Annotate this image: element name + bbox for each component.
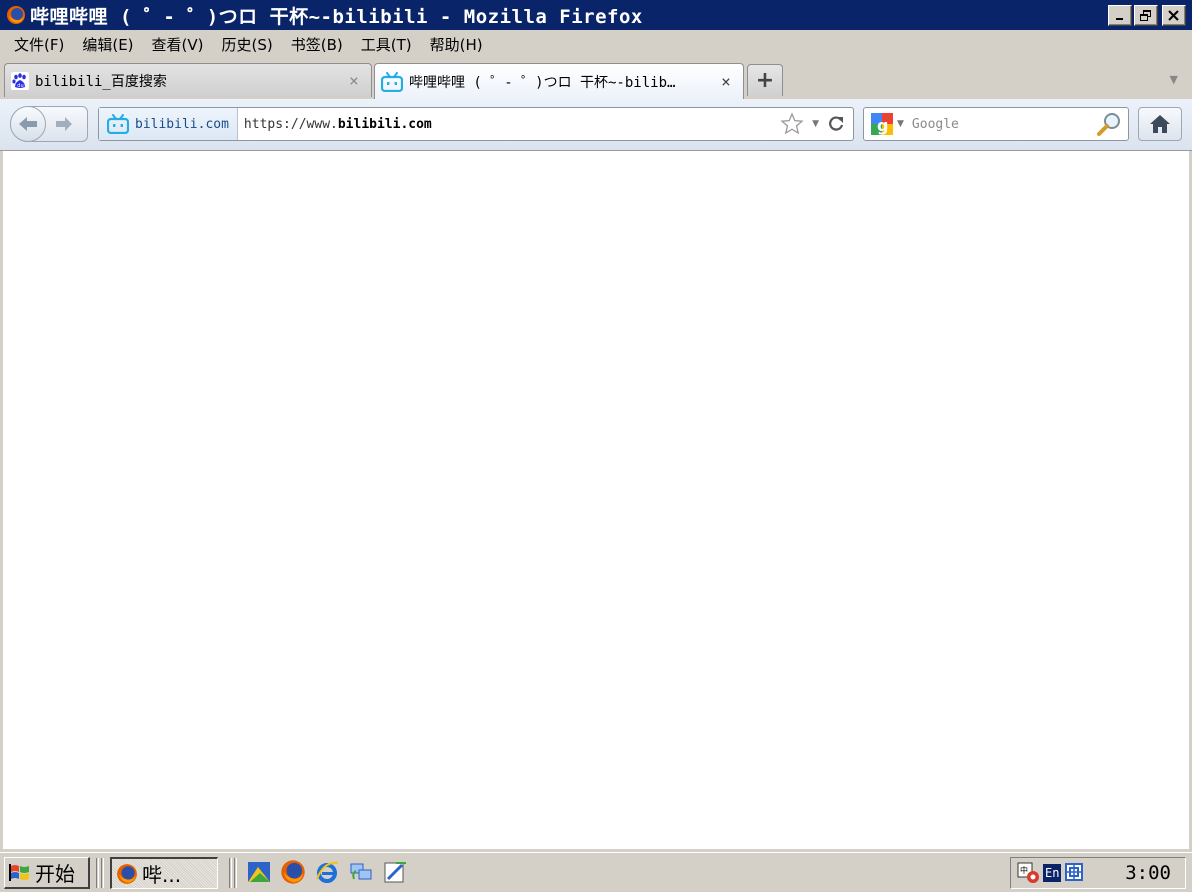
site-identity-button[interactable]: bilibili.com [99,108,238,140]
back-button[interactable] [10,105,46,142]
tab-label: bilibili_百度搜索 [35,73,167,90]
system-tray: 中 En 3:00 [1010,857,1186,889]
bilibili-tv-icon [381,71,403,92]
bookmark-star-icon[interactable] [780,112,804,136]
maximize-button[interactable] [1134,5,1158,26]
url-dropdown-chevron-down-icon[interactable]: ▼ [812,119,819,129]
title-bar[interactable]: 哔哩哔哩 ( ゜- ゜)つロ 干杯~-bilibili - Mozilla Fi… [0,0,1192,30]
taskbar-separator [101,858,104,888]
language-label: En [1045,866,1060,880]
forward-arrow-icon [56,117,72,131]
language-indicator[interactable]: En [1043,864,1062,882]
home-icon [1150,115,1170,133]
task-firefox-window[interactable]: 哔... [110,857,218,889]
firefox-icon [117,863,137,884]
internet-explorer-icon[interactable] [314,859,340,885]
quick-launch [246,859,408,885]
menu-edit[interactable]: 编辑(E) [82,34,133,55]
start-label: 开始 [35,862,75,886]
tab-close-button[interactable]: × [717,72,735,91]
url-prefix: https://www. [243,116,338,132]
window-controls [1108,5,1186,26]
network-icon[interactable] [348,859,374,885]
minimize-button[interactable] [1108,5,1132,26]
start-button[interactable]: 开始 [4,857,90,889]
menu-tools[interactable]: 工具(T) [361,34,412,55]
new-tab-button[interactable]: + [747,64,783,96]
tab-baidu-search[interactable]: du bilibili_百度搜索 × [4,63,372,97]
search-bar: g ▼ [863,107,1129,141]
minimize-icon [1116,17,1123,20]
forward-button[interactable] [54,116,74,132]
reload-icon[interactable] [827,115,845,133]
show-desktop-icon[interactable] [246,859,272,885]
magnifier-icon [1097,113,1120,136]
svg-text:中: 中 [1020,865,1028,875]
menu-file[interactable]: 文件(F) [14,34,64,55]
search-engine-button[interactable]: g ▼ [870,112,904,136]
search-engine-chevron-down-icon: ▼ [897,119,904,129]
tab-close-button[interactable]: × [345,71,363,90]
back-forward-group [10,105,88,142]
network-connection-icon[interactable] [1063,862,1087,884]
search-input[interactable] [909,115,1084,133]
windows-logo-icon [9,863,29,881]
firefox-launch-icon[interactable] [280,859,306,885]
menu-help[interactable]: 帮助(H) [430,34,483,55]
tab-list-chevron-down-icon[interactable]: ▼ [1170,73,1178,86]
google-icon: g [871,113,893,135]
menu-bookmarks[interactable]: 书签(B) [291,34,343,55]
home-button[interactable] [1138,107,1182,141]
bilibili-tv-icon [107,114,129,134]
task-label: 哔... [142,863,182,887]
taskbar: 开始 哔... 中 En 3:00 [0,852,1192,892]
url-host: bilibili.com [337,116,432,132]
search-go-button[interactable] [1096,111,1122,137]
window-title: 哔哩哔哩 ( ゜- ゜)つロ 干杯~-bilibili - Mozilla Fi… [30,5,643,28]
identity-label: bilibili.com [135,116,229,132]
clock: 3:00 [1125,862,1171,884]
restore-icon [1140,10,1151,21]
url-text[interactable]: https://www.bilibili.com [244,117,780,132]
menu-view[interactable]: 查看(V) [152,34,204,55]
url-bar[interactable]: bilibili.com https://www.bilibili.com ▼ [98,107,854,141]
tab-strip: du bilibili_百度搜索 × 哔哩哔哩 ( ゜- ゜)つロ 干杯~-bi… [0,59,1192,99]
svg-text:g: g [877,116,888,135]
notepad-edit-icon[interactable] [382,859,408,885]
tab-label: 哔哩哔哩 ( ゜- ゜)つロ 干杯~-bilib… [409,74,676,91]
close-window-button[interactable] [1162,5,1186,26]
navigation-toolbar: bilibili.com https://www.bilibili.com ▼ [0,99,1192,151]
browser-window: 哔哩哔哩 ( ゜- ゜)つロ 干杯~-bilibili - Mozilla Fi… [0,0,1192,852]
ime-status-icon[interactable]: 中 [1017,862,1041,884]
tab-bilibili[interactable]: 哔哩哔哩 ( ゜- ゜)つロ 干杯~-bilib… × [374,63,744,99]
taskbar-separator [96,858,99,888]
close-icon [1168,10,1179,21]
back-arrow-icon [19,116,37,131]
firefox-icon [7,6,25,24]
url-bar-actions: ▼ [780,112,845,136]
taskbar-separator [229,858,232,888]
baidu-paw-icon: du [11,71,29,90]
svg-text:du: du [17,82,23,88]
page-content[interactable] [3,151,1189,849]
menu-history[interactable]: 历史(S) [222,34,273,55]
taskbar-separator [234,858,237,888]
menu-bar: 文件(F) 编辑(E) 查看(V) 历史(S) 书签(B) 工具(T) 帮助(H… [0,30,1192,59]
